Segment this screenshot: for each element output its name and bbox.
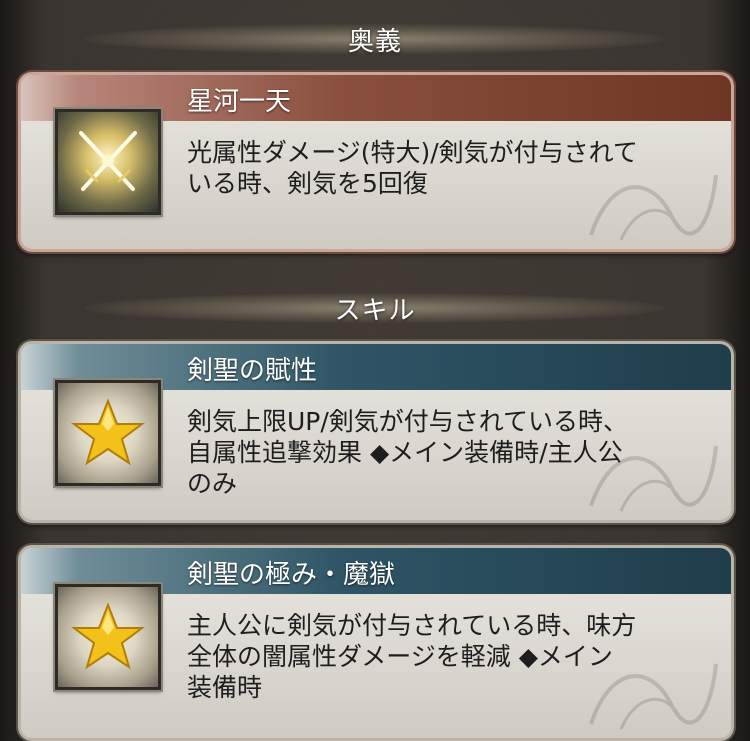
skill-card-2[interactable]: 剣聖の極み・魔獄 主人公に剣気が付与されている時、味方 全体の闇属性ダメージを軽… xyxy=(18,545,734,741)
star-icon xyxy=(55,380,161,486)
ougi-section-label: 奥義 xyxy=(347,26,402,57)
skill-card-1[interactable]: 剣聖の賦性 剣気上限UP/剣気が付与されている時、 自属性追撃効果 ◆メイン装備… xyxy=(18,341,734,523)
skill-section-header: スキル xyxy=(85,293,665,326)
flourish-ornament xyxy=(589,174,718,241)
ougi-name: 星河一天 xyxy=(187,87,292,117)
skill-section-label: スキル xyxy=(334,295,416,326)
skill-name: 剣聖の賦性 xyxy=(187,356,318,386)
flourish-ornament xyxy=(589,445,718,512)
skill-name: 剣聖の極み・魔獄 xyxy=(187,560,396,590)
flourish-ornament xyxy=(589,663,718,730)
ougi-section-header: 奥義 xyxy=(85,24,665,57)
ougi-card[interactable]: 星河一天 光属性ダメージ(特大)/剣気が付与されて いる時、剣気を5回復 xyxy=(18,72,734,252)
crossed-swords-icon xyxy=(55,109,161,215)
star-icon xyxy=(55,584,161,690)
skill-desc-line: 主人公に剣気が付与されている時、味方 xyxy=(187,611,637,640)
